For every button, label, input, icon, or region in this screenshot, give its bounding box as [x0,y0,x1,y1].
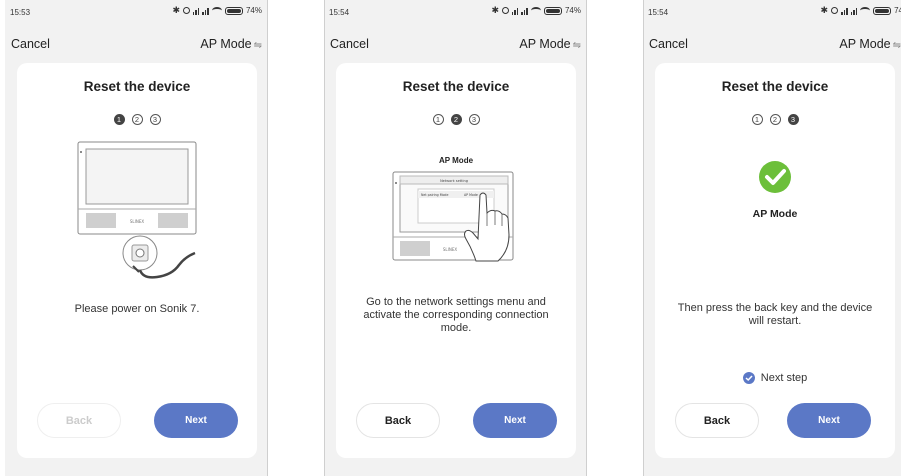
ap-mode-label: AP Mode [839,37,891,51]
next-step-label: Next step [760,372,808,384]
phone-screen-2: 15:54 ✱ 74% Cancel AP Mode ⇋ Reset the de… [324,0,587,476]
bluetooth-icon: ✱ [820,5,829,15]
step-indicator: 1 2 3 [655,114,895,125]
status-bar: 15:54 ✱ 74 [643,0,901,20]
step-1-dot: 1 [751,114,763,125]
cancel-button[interactable]: Cancel [11,37,50,51]
signal-icon [511,7,519,15]
step-1-dot: 1 [432,114,444,125]
swap-icon: ⇋ [572,40,581,51]
ap-mode-label: AP Mode [519,37,571,51]
top-nav: Cancel AP Mode ⇋ [324,36,587,54]
swap-icon: ⇋ [892,40,901,51]
bluetooth-icon: ✱ [172,5,180,15]
card-title: Reset the device [721,79,829,94]
ap-mode-toggle[interactable]: AP Mode ⇋ [519,37,581,51]
success-check-icon [759,161,791,193]
step-description: Please power on Sonik 7. [74,303,200,315]
cancel-button[interactable]: Cancel [330,37,369,51]
back-button[interactable]: Back [356,403,440,438]
step-1-dot: 1 [113,114,125,125]
step-description: Go to the network settings menu and acti… [363,296,549,334]
top-nav: Cancel AP Mode ⇋ [5,36,268,54]
card-title: Reset the device [83,79,191,94]
alarm-icon [501,7,509,14]
step-2-dot: 2 [450,114,462,125]
signal-icon [202,7,209,15]
step-indicator: 1 2 3 [17,114,257,125]
next-button[interactable]: Next [154,403,238,438]
status-bar: 15:54 ✱ 74% [324,0,587,20]
step-2-dot: 2 [769,114,781,125]
next-button[interactable]: Next [473,403,557,438]
battery-icon [873,6,892,15]
step-3-dot: 3 [787,114,799,125]
next-step-indicator[interactable]: Next step [655,372,895,384]
screen-header-text: Network setting [440,179,468,183]
signal-icon [192,7,200,15]
status-bar: 15:53 ✱ 74% [5,0,268,20]
device-brand-text: SLINEX [130,219,144,224]
ap-mode-label: AP Mode [200,37,252,51]
top-nav: Cancel AP Mode ⇋ [643,36,901,54]
reset-card: Reset the device 1 2 3 AP Mode Then pres… [655,63,895,458]
reset-card: Reset the device 1 2 3 SLINEX Please pow… [17,63,257,458]
wifi-icon [530,7,541,14]
status-time: 15:53 [10,8,31,17]
illustration-title: AP Mode [438,156,474,165]
step-indicator: 1 2 3 [336,114,576,125]
step-description: Then press the back key and the device w… [677,302,873,327]
next-button[interactable]: Next [787,403,871,438]
battery-icon [543,6,562,15]
status-time: 15:54 [648,8,669,17]
wifi-icon [860,7,871,14]
device-brand-text: SLINEX [443,247,457,252]
wifi-icon [211,7,222,14]
battery-percent: 74% [564,6,581,15]
phone-screen-3: 15:54 ✱ 74 Cancel AP Mode ⇋ Reset the dev… [643,0,901,476]
screen-row-value: AP Mode [464,193,478,197]
step-2-dot: 2 [131,114,143,125]
phone-screen-1: 15:53 ✱ 74% Cancel AP Mode ⇋ Reset the de… [5,0,268,476]
check-circle-icon [742,372,755,384]
signal-icon [850,7,858,15]
battery-icon [224,6,243,15]
reset-card: Reset the device 1 2 3 AP Mode Network s… [336,63,576,458]
status-time: 15:54 [329,8,350,17]
ap-mode-toggle[interactable]: AP Mode ⇋ [200,37,262,51]
screen-row-label: Net pairing Mode [421,193,448,197]
battery-percent: 74% [245,6,262,15]
device-power-illustration: SLINEX [77,141,197,279]
bluetooth-icon: ✱ [491,5,499,15]
network-settings-illustration: Network setting Net pairing Mode AP Mode… [392,171,514,262]
battery-percent: 74 [894,6,901,15]
signal-icon [841,7,848,15]
signal-icon [521,7,528,15]
swap-icon: ⇋ [253,40,262,51]
alarm-icon [831,7,839,14]
card-title: Reset the device [402,79,510,94]
alarm-icon [182,7,190,14]
illustration-title: AP Mode [752,208,798,220]
back-button[interactable]: Back [37,403,121,438]
ap-mode-toggle[interactable]: AP Mode ⇋ [839,37,901,51]
step-3-dot: 3 [468,114,480,125]
step-3-dot: 3 [149,114,161,125]
back-button[interactable]: Back [675,403,759,438]
cancel-button[interactable]: Cancel [649,37,688,51]
monitor-screen-icon [85,148,189,205]
